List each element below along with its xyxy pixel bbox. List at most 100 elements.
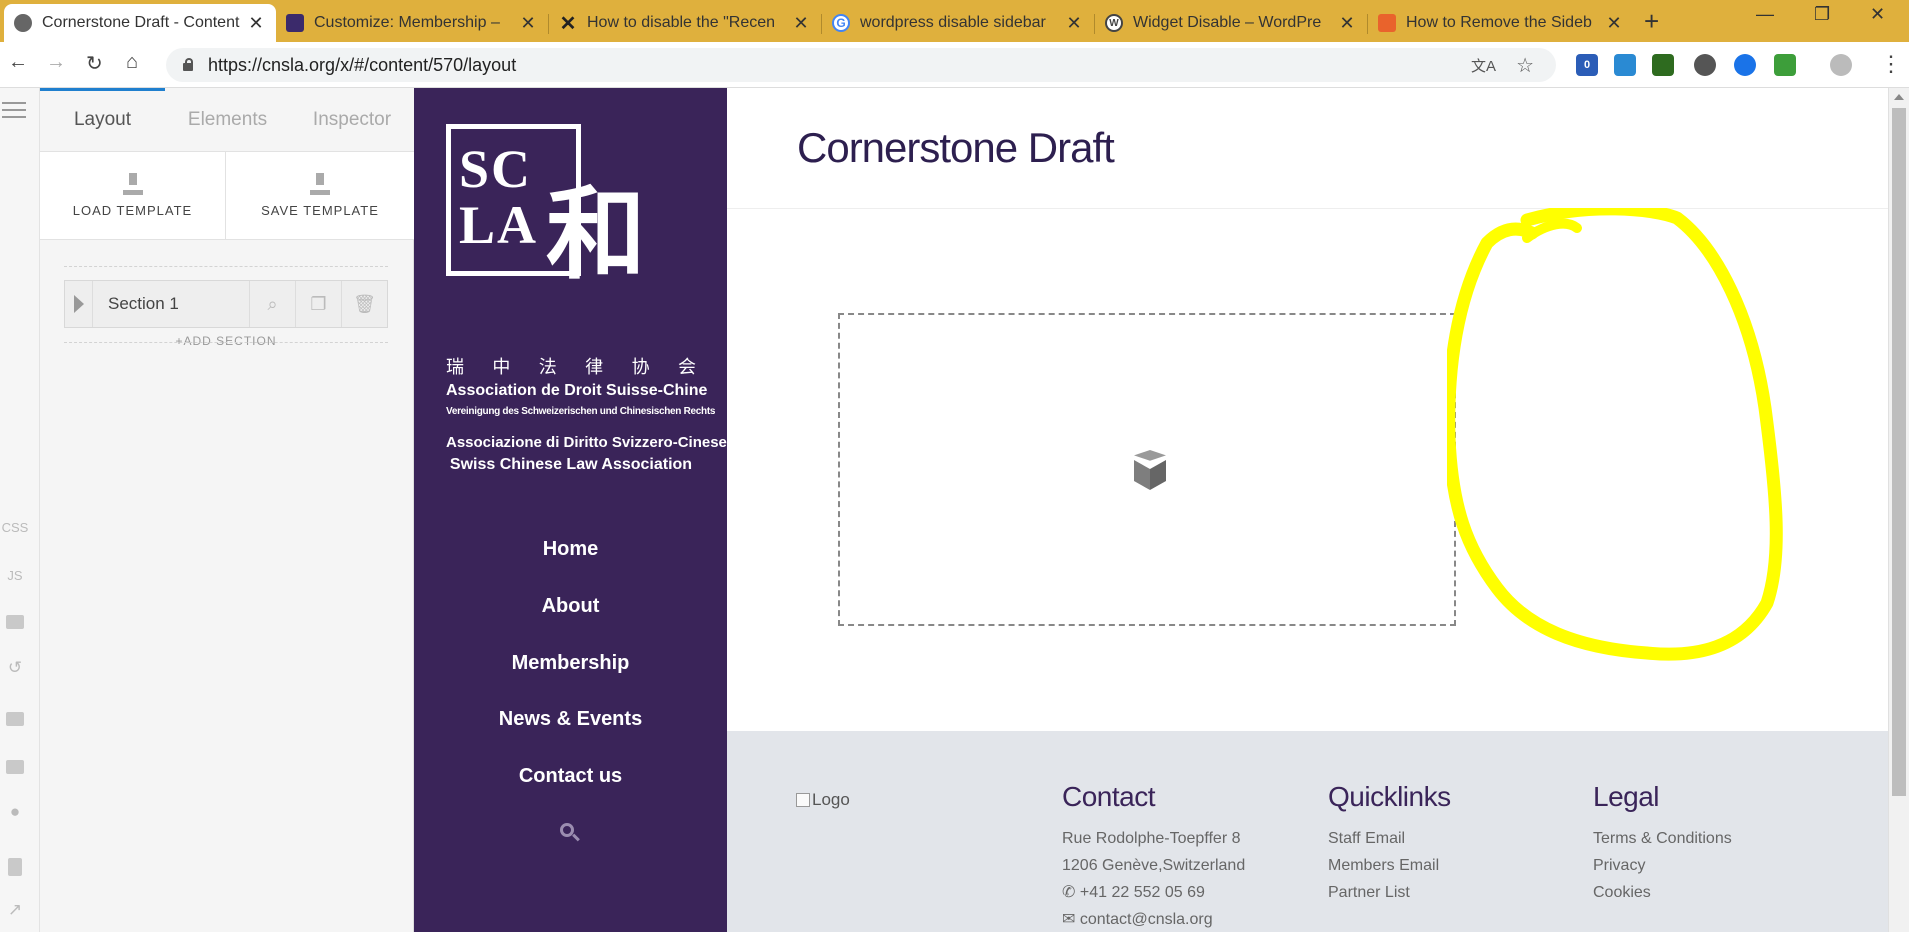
profile-avatar-icon[interactable] xyxy=(1830,54,1852,76)
page-scrollbar[interactable] xyxy=(1888,88,1909,932)
close-tab-icon[interactable]: ✕ xyxy=(246,13,266,34)
mobile-view-icon[interactable] xyxy=(8,858,22,876)
yellow-highlight-circle xyxy=(1447,208,1783,661)
save-template-label: SAVE TEMPLATE xyxy=(261,203,379,218)
site-sidebar: SC LA 和 瑞 中 法 律 协 会 Association de Droit… xyxy=(414,88,727,932)
forward-button[interactable]: → xyxy=(46,51,66,74)
comments-icon[interactable] xyxy=(6,615,24,629)
hamburger-menu-icon[interactable] xyxy=(2,102,26,123)
section-label: Section 1 xyxy=(108,294,179,313)
js-button[interactable]: JS xyxy=(0,568,30,583)
extension-wordpress-icon[interactable] xyxy=(1694,54,1716,76)
link-members-email[interactable]: Members Email xyxy=(1328,852,1451,879)
extension-gp-icon[interactable] xyxy=(1734,54,1756,76)
org-name-chinese: 瑞 中 法 律 协 会 xyxy=(446,357,696,377)
close-tab-icon[interactable]: ✕ xyxy=(791,13,811,34)
close-tab-icon[interactable]: ✕ xyxy=(1064,13,1084,34)
extension-bw-icon[interactable] xyxy=(1652,54,1674,76)
org-name-french: Association de Droit Suisse-Chine xyxy=(446,382,708,399)
add-section-button[interactable]: +ADD SECTION xyxy=(64,334,388,348)
layers-icon[interactable] xyxy=(6,760,24,774)
site-icon xyxy=(286,14,304,32)
browser-tabstrip: Cornerstone Draft - Content ✕ Customize:… xyxy=(0,0,1909,42)
restore-button[interactable]: ❐ xyxy=(1814,4,1830,25)
x-icon: ✕ xyxy=(559,12,577,35)
menu-kebab-icon[interactable]: ⋮ xyxy=(1880,51,1902,77)
link-staff-email[interactable]: Staff Email xyxy=(1328,825,1451,852)
link-cookies[interactable]: Cookies xyxy=(1593,879,1732,906)
back-button[interactable]: ← xyxy=(8,51,28,74)
extension-link-icon[interactable]: 0 xyxy=(1576,54,1598,76)
tab-cornerstone-draft[interactable]: Cornerstone Draft - Content ✕ xyxy=(4,4,276,42)
broken-image-icon xyxy=(796,793,810,807)
tab-inspector[interactable]: Inspector xyxy=(290,88,414,152)
save-template-button[interactable]: SAVE TEMPLATE xyxy=(226,152,414,240)
page-title: Cornerstone Draft xyxy=(797,124,1115,171)
reload-button[interactable]: ↻ xyxy=(86,51,103,76)
tab-disable-recent[interactable]: ✕ How to disable the "Recen ✕ xyxy=(549,4,821,42)
contact-email[interactable]: ✉ contact@cnsla.org xyxy=(1062,906,1245,932)
tab-layout[interactable]: Layout xyxy=(40,88,165,152)
inspect-search-icon[interactable]: ⌕ xyxy=(249,281,295,327)
org-name-german: Vereinigung des Schweizerischen und Chin… xyxy=(446,406,716,417)
tab-customize-membership[interactable]: Customize: Membership – ✕ xyxy=(276,4,548,42)
org-name-italian: Associazione di Diritto Svizzero-Cinese xyxy=(446,434,727,451)
envelope-icon: ✉ xyxy=(1062,911,1080,928)
section-row[interactable]: Section 1 ⌕ ❐ 🗑 xyxy=(64,280,388,328)
bookmark-star-icon[interactable]: ☆ xyxy=(1516,53,1534,78)
link-privacy[interactable]: Privacy xyxy=(1593,852,1732,879)
home-button[interactable]: ⌂ xyxy=(126,51,138,74)
nav-membership[interactable]: Membership xyxy=(414,652,727,675)
phone-icon: ✆ xyxy=(1062,884,1080,901)
tab-widget-disable[interactable]: W Widget Disable – WordPre ✕ xyxy=(1095,4,1367,42)
globe-icon xyxy=(14,14,32,32)
site-footer: Logo Contact Rue Rodolphe-Toepffer 8 120… xyxy=(727,731,1888,932)
nav-news-events[interactable]: News & Events xyxy=(414,708,727,731)
duplicate-icon[interactable]: ❐ xyxy=(295,281,341,327)
footer-logo-alt: Logo xyxy=(812,790,850,809)
external-link-icon[interactable]: ↗ xyxy=(0,900,30,920)
close-tab-icon[interactable]: ✕ xyxy=(518,13,538,34)
footer-toggle-icon[interactable] xyxy=(6,712,24,726)
address-bar[interactable]: https://cnsla.org/x/#/content/570/layout… xyxy=(166,48,1556,82)
upload-icon xyxy=(122,173,143,195)
contact-city-line: 1206 Genève,Switzerland xyxy=(1062,857,1246,874)
tab-remove-sidebar[interactable]: How to Remove the Sideb ✕ xyxy=(1368,4,1634,42)
nav-contact[interactable]: Contact us xyxy=(414,765,727,788)
section-divider xyxy=(64,266,388,267)
history-icon[interactable]: ↺ xyxy=(0,658,30,678)
extension-frog-icon[interactable] xyxy=(1774,54,1796,76)
translate-icon[interactable]: 文A xyxy=(1471,55,1496,76)
logo-brush-character: 和 xyxy=(546,175,646,293)
minimize-button[interactable]: — xyxy=(1756,4,1774,25)
close-window-button[interactable]: ✕ xyxy=(1870,4,1885,25)
tab-title: How to disable the "Recen xyxy=(587,14,776,31)
extension-card-icon[interactable] xyxy=(1614,54,1636,76)
nav-about[interactable]: About xyxy=(414,595,727,618)
close-tab-icon[interactable]: ✕ xyxy=(1337,13,1357,34)
wordpress-icon: W xyxy=(1105,14,1123,32)
contact-phone[interactable]: ✆ +41 22 552 05 69 xyxy=(1062,879,1245,906)
delete-trash-icon[interactable]: 🗑 xyxy=(341,281,387,327)
link-partner-list[interactable]: Partner List xyxy=(1328,879,1451,906)
site-orange-icon xyxy=(1378,14,1396,32)
new-tab-button[interactable]: + xyxy=(1644,6,1659,37)
expand-caret-icon[interactable] xyxy=(65,281,93,327)
css-button[interactable]: CSS xyxy=(0,520,30,535)
footer-legal-heading: Legal xyxy=(1593,781,1660,812)
tab-google-search[interactable]: G wordpress disable sidebar ✕ xyxy=(822,4,1094,42)
lock-icon xyxy=(182,58,194,72)
preview-icon[interactable]: ● xyxy=(0,802,30,822)
nav-home[interactable]: Home xyxy=(414,538,727,561)
scrollbar-thumb[interactable] xyxy=(1892,108,1906,796)
tab-elements[interactable]: Elements xyxy=(165,88,290,152)
load-template-button[interactable]: LOAD TEMPLATE xyxy=(40,152,226,240)
empty-element-placeholder[interactable] xyxy=(838,313,1456,626)
browser-toolbar: ← → ↻ ⌂ https://cnsla.org/x/#/content/57… xyxy=(0,42,1909,88)
footer-logo-image[interactable]: Logo xyxy=(796,790,850,810)
builder-panel: Layout Elements Inspector LOAD TEMPLATE … xyxy=(40,88,414,932)
link-terms[interactable]: Terms & Conditions xyxy=(1593,825,1732,852)
scroll-up-arrow-icon[interactable] xyxy=(1894,94,1904,100)
search-icon[interactable] xyxy=(560,823,580,843)
close-tab-icon[interactable]: ✕ xyxy=(1604,13,1624,34)
